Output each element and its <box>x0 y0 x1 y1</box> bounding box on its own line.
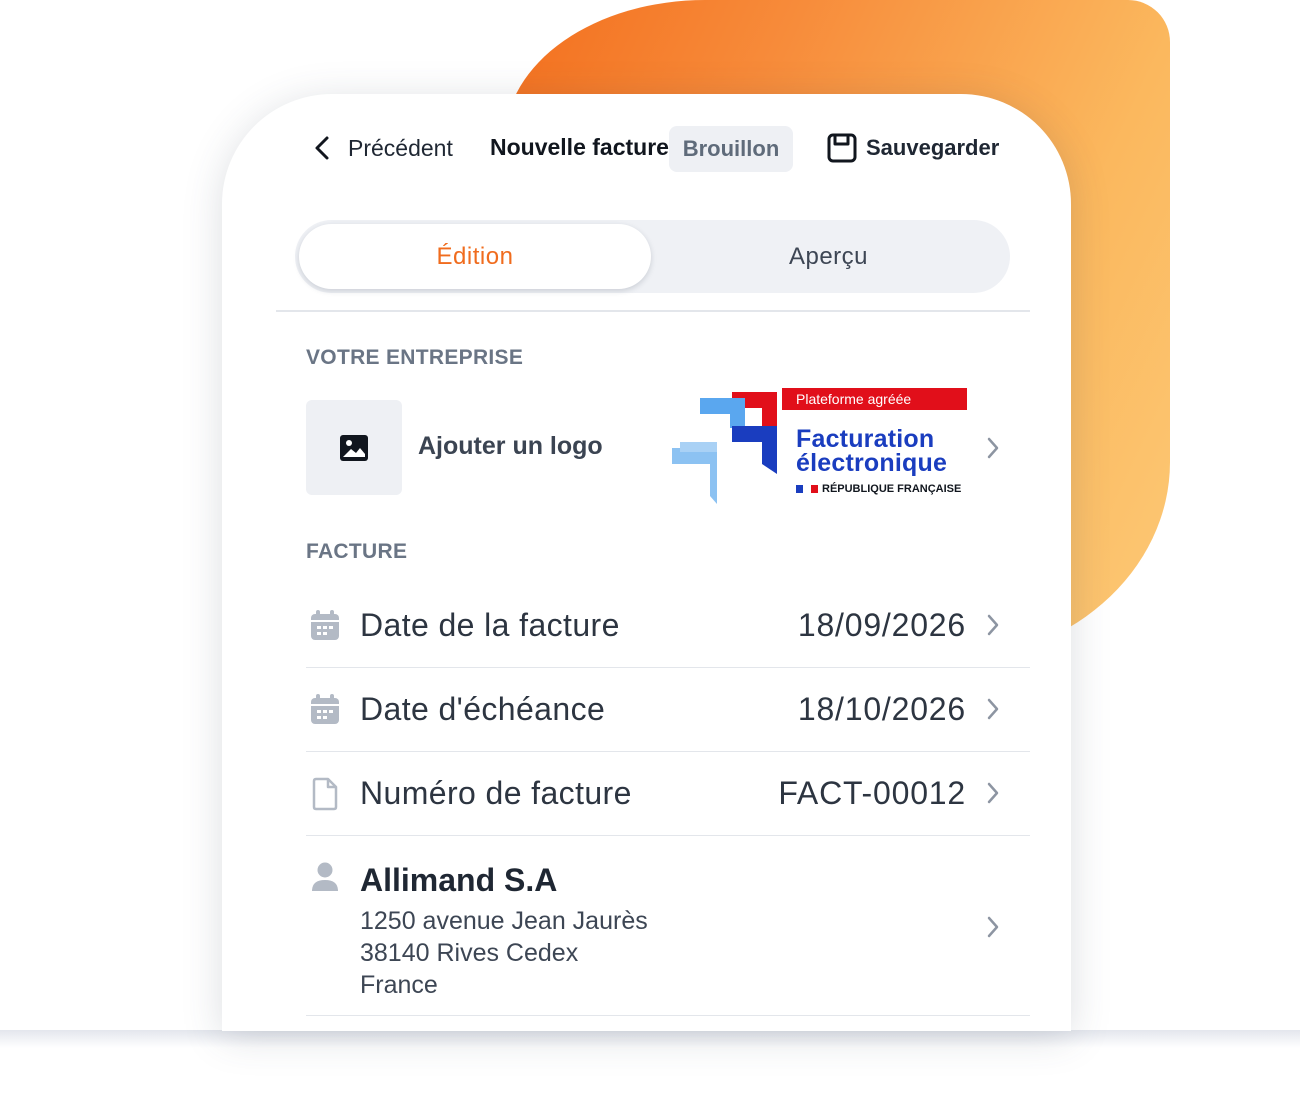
client-name: Allimand S.A <box>360 862 558 898</box>
client-address-line-1: 1250 avenue Jean Jaurès <box>360 907 648 935</box>
divider <box>276 310 1030 312</box>
invoice-number-label: Numéro de facture <box>360 775 632 811</box>
invoice-date-label: Date de la facture <box>360 607 620 643</box>
back-label: Précédent <box>348 134 453 161</box>
top-bar: Précédent Nouvelle facture Brouillon Sau… <box>222 94 1071 204</box>
page-title: Nouvelle facture <box>490 134 669 160</box>
document-icon <box>312 777 338 811</box>
client-card[interactable]: Allimand S.A 1250 avenue Jean Jaurès 381… <box>306 835 1030 1016</box>
client-country: France <box>360 971 438 999</box>
certification-line-2: électronique <box>796 449 948 477</box>
invoice-number-value: FACT-00012 <box>778 775 966 811</box>
due-date-row[interactable]: Date d'échéance 18/10/2026 <box>306 667 1030 752</box>
invoice-number-row[interactable]: Numéro de facture FACT-00012 <box>306 751 1030 836</box>
calendar-icon <box>311 694 339 724</box>
phone-screen: Précédent Nouvelle facture Brouillon Sau… <box>222 94 1071 1031</box>
save-button[interactable]: Sauvegarder <box>826 130 999 166</box>
invoice-section-title: FACTURE <box>306 540 408 563</box>
invoice-date-row[interactable]: Date de la facture 18/09/2026 <box>306 583 1030 668</box>
chevron-right-icon <box>987 782 999 804</box>
chevron-left-icon <box>315 136 329 160</box>
chevron-right-icon <box>987 614 999 636</box>
company-section-title: VOTRE ENTREPRISE <box>306 346 524 369</box>
due-date-label: Date d'échéance <box>360 691 606 727</box>
certification-banner: Plateforme agréée <box>782 388 967 410</box>
chevron-right-icon <box>987 437 999 459</box>
save-label: Sauvegarder <box>866 135 1000 160</box>
status-badge: Brouillon <box>669 126 793 172</box>
facturation-electronique-badge[interactable]: Plateforme agréée Facturation électroniq… <box>672 386 972 504</box>
chevron-right-icon <box>987 698 999 720</box>
invoice-date-value: 18/09/2026 <box>797 607 966 643</box>
tab-edition[interactable]: Édition <box>299 224 651 289</box>
due-date-value: 18/10/2026 <box>797 691 966 727</box>
add-logo-button[interactable] <box>306 400 402 495</box>
back-button[interactable]: Précédent <box>312 130 453 166</box>
chevron-right-icon <box>987 916 999 938</box>
floor-shadow <box>0 1030 1300 1048</box>
authority-label: RÉPUBLIQUE FRANÇAISE <box>822 483 962 495</box>
view-segmented-control: Édition Aperçu <box>295 220 1010 293</box>
certification-authority: RÉPUBLIQUE FRANÇAISE <box>796 483 961 495</box>
user-icon <box>312 862 338 891</box>
tab-apercu[interactable]: Aperçu <box>651 224 1006 289</box>
client-address-line-2: 38140 Rives Cedex <box>360 939 579 967</box>
add-logo-label[interactable]: Ajouter un logo <box>418 432 603 461</box>
calendar-icon <box>311 610 339 640</box>
save-icon <box>827 133 857 163</box>
french-flag-icon <box>796 485 818 493</box>
facturation-electronique-emblem-icon <box>672 392 777 504</box>
image-icon <box>340 434 368 461</box>
